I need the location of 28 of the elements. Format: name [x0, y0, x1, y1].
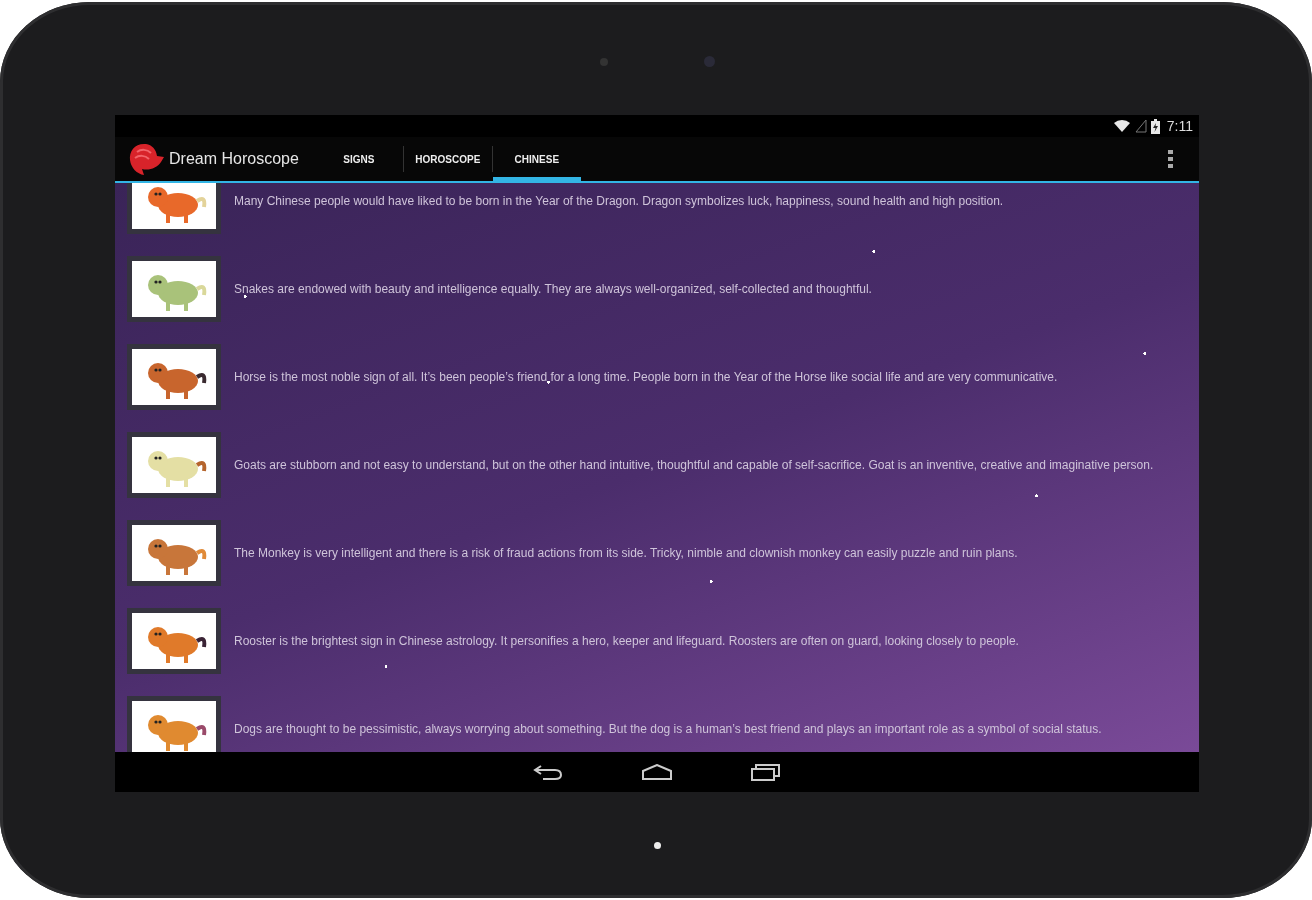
sign-description: Many Chinese people would have liked to be born in the Year of the Dragon. Dragon symbolizes luck, happiness, sound health and high position.	[234, 194, 1004, 208]
thumbnail-frame[interactable]	[127, 696, 221, 752]
tab[interactable]: HOROSCOPE	[403, 137, 492, 181]
battery-charging-icon	[1150, 118, 1160, 134]
tab[interactable]: CHINESE	[492, 137, 581, 181]
sign-description: The Monkey is very intelligent and there is a risk of fraud actions from its side. Tricky, nimble and clownish monkey can easily puzzle and ruin plans.	[234, 546, 1018, 560]
sign-description: Goats are stubborn and not easy to understand, but on the other hand intuitive, thoughtful and capable of self-sacrifice. Goat is an inventive, creative and imaginative person.	[234, 458, 1154, 472]
home-icon[interactable]	[641, 764, 673, 780]
wifi-icon	[1112, 119, 1131, 133]
signal-icon	[1134, 119, 1147, 133]
camera-lens	[703, 56, 715, 67]
thumbnail-frame[interactable]	[127, 344, 221, 410]
thumbnail-frame[interactable]	[127, 183, 221, 234]
sign-description: Rooster is the brightest sign in Chinese astrology. It personifies a hero, keeper and lifeguard. Roosters are often on guard, looking closely to people.	[234, 634, 1019, 648]
clock-time: 7:11	[1166, 118, 1193, 134]
thumbnail-frame[interactable]	[127, 520, 221, 586]
overflow-menu-icon[interactable]	[1168, 150, 1174, 168]
thumbnail-frame[interactable]	[127, 608, 221, 674]
sign-description: Horse is the most noble sign of all. It’s been people’s friend for a long time. People born in the Year of the Horse like social life and are very communicative.	[234, 370, 1058, 384]
sign-description: Dogs are thought to be pessimistic, always worrying about something. But the dog is a human’s best friend and plays an important role as a symbol of social status.	[234, 722, 1102, 736]
back-icon[interactable]	[533, 763, 563, 781]
app-title: Dream Horoscope	[169, 150, 299, 168]
thumbnail-frame[interactable]	[127, 432, 221, 498]
tab[interactable]: SIGNS	[314, 137, 403, 181]
sign-description: Snakes are endowed with beauty and intelligence equally. They are always well-organized, self-collected and thoughtful.	[234, 282, 872, 296]
indicator-light	[653, 841, 661, 849]
recent-apps-icon[interactable]	[751, 763, 781, 781]
thumbnail-frame[interactable]	[127, 256, 221, 322]
